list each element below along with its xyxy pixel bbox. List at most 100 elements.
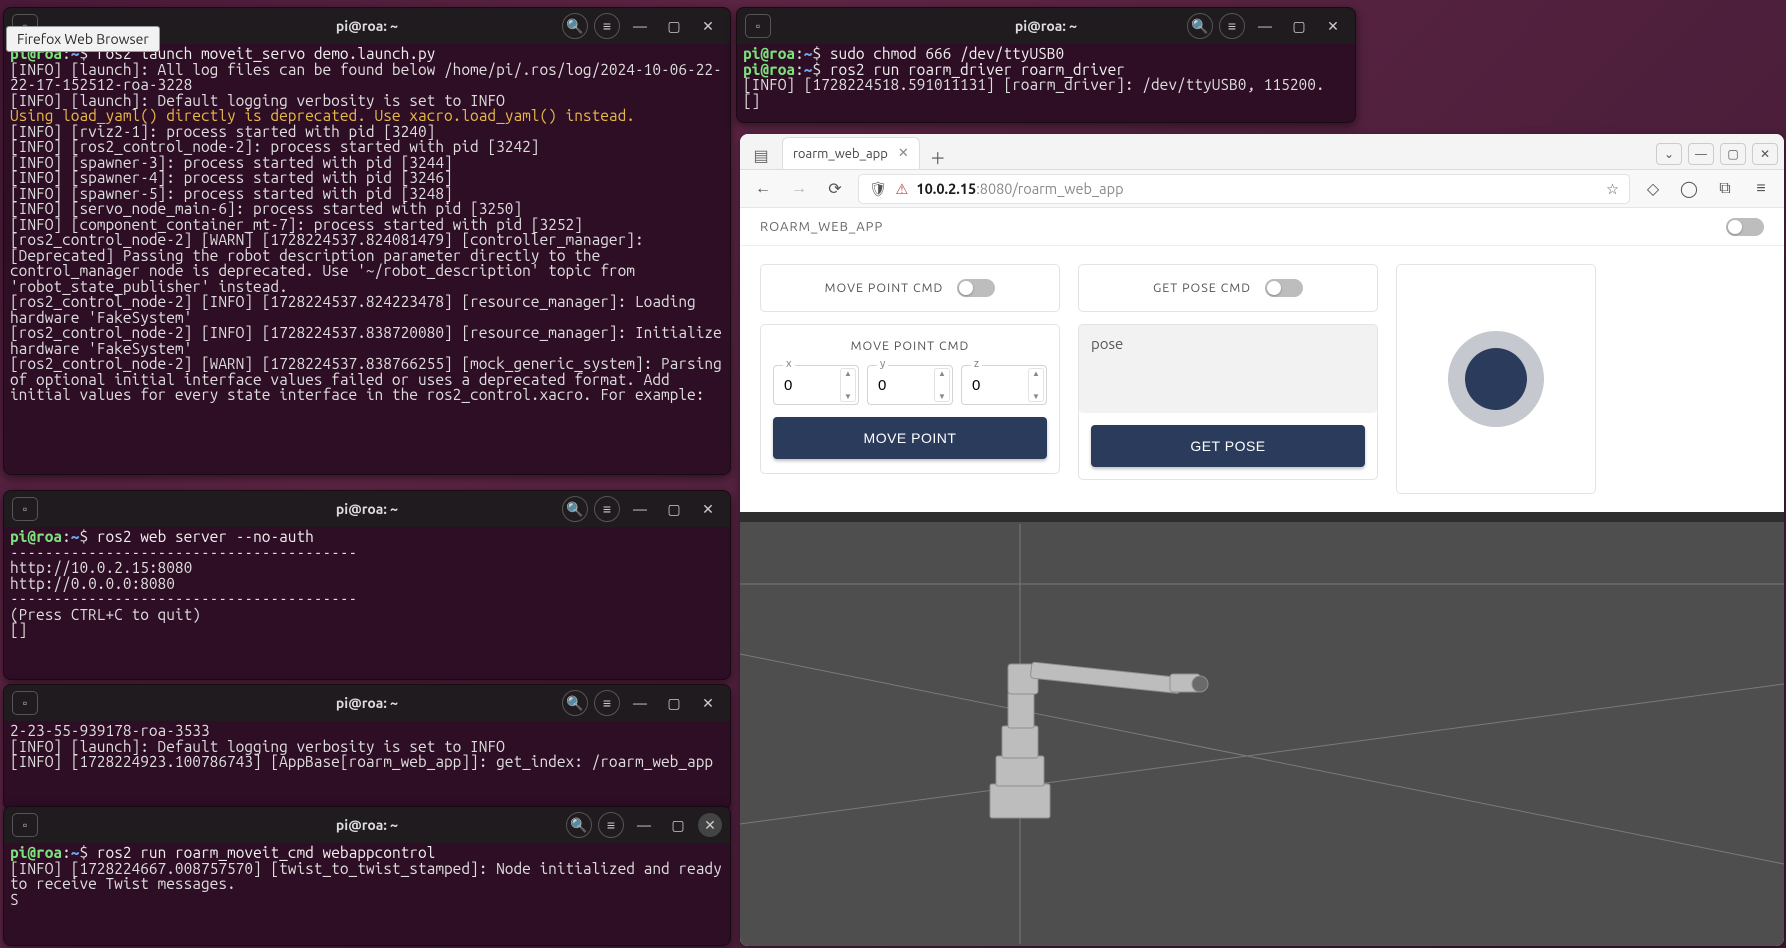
joystick[interactable] [1448, 331, 1544, 427]
maximize-button[interactable]: ▢ [1285, 14, 1313, 38]
get-pose-button[interactable]: GET POSE [1091, 425, 1365, 467]
move-cmd-toggle[interactable] [957, 279, 995, 297]
new-tab-button[interactable]: ▫ [745, 14, 771, 38]
tab-close-icon[interactable]: ✕ [898, 146, 909, 161]
menu-icon[interactable]: ≡ [1219, 13, 1245, 39]
window-maximize-button[interactable]: ▢ [1720, 143, 1746, 165]
card-joystick [1396, 264, 1596, 494]
reload-icon[interactable]: ⟳ [822, 176, 848, 202]
log-line: [INFO] [spawner-5]: process started with… [10, 185, 453, 202]
bookmark-star-icon[interactable]: ☆ [1606, 180, 1619, 198]
menu-icon[interactable]: ≡ [594, 13, 620, 39]
close-button[interactable]: ✕ [698, 813, 722, 837]
move-point-button[interactable]: MOVE POINT [773, 417, 1047, 459]
close-button[interactable]: ✕ [694, 497, 722, 521]
close-button[interactable]: ✕ [1319, 14, 1347, 38]
search-icon[interactable]: 🔍 [562, 13, 588, 39]
terminal-1-body[interactable]: pi@roa:~$ ros2 launch moveit_servo demo.… [4, 44, 730, 474]
maximize-button[interactable]: ▢ [664, 813, 692, 837]
close-button[interactable]: ✕ [694, 14, 722, 38]
minimize-button[interactable]: — [626, 14, 654, 38]
browser-tab[interactable]: roarm_web_app ✕ [782, 137, 920, 169]
window-close-button[interactable]: ✕ [1752, 143, 1778, 165]
app-menu-icon[interactable]: ≡ [1748, 176, 1774, 202]
prompt-path: ~ [804, 45, 813, 62]
insecure-lock-icon[interactable]: ⚠ [895, 180, 908, 198]
log-line: [ros2_control_node-2] [INFO] [1728224537… [10, 324, 730, 357]
menu-icon[interactable]: ≡ [594, 690, 620, 716]
terminal-2-cmd: ros2 web server --no-auth [97, 528, 314, 545]
url-bar[interactable]: 🛡 ⚠ 10.0.2.15:8080/roarm_web_app ☆ [858, 174, 1630, 204]
terminal-2: ▫ pi@roa: ~ 🔍 ≡ — ▢ ✕ pi@roa:~$ ros2 web… [3, 490, 731, 680]
x-stepper[interactable]: ▲▼ [840, 368, 856, 402]
x-label: x [783, 358, 795, 370]
menu-icon[interactable]: ≡ [594, 496, 620, 522]
new-tab-button[interactable]: ▫ [12, 691, 38, 715]
log-warn: Using load_yaml() directly is deprecated… [10, 107, 635, 124]
card-getpose-toggle-title: GET POSE CMD [1153, 281, 1251, 295]
terminal-2-body[interactable]: pi@roa:~$ ros2 web server --no-auth ----… [4, 527, 730, 679]
maximize-button[interactable]: ▢ [660, 691, 688, 715]
card-move-form: MOVE POINT CMD x ▲▼ y ▲▼ [760, 324, 1060, 474]
minimize-button[interactable]: — [626, 691, 654, 715]
log-line: http://0.0.0.0:8080 [10, 575, 175, 592]
firefox-view-icon[interactable]: ▤ [746, 141, 776, 169]
pocket-icon[interactable]: ◇ [1640, 176, 1666, 202]
search-icon[interactable]: 🔍 [562, 690, 588, 716]
close-button[interactable]: ✕ [694, 691, 722, 715]
forward-icon: → [786, 176, 812, 202]
card-move-form-title: MOVE POINT CMD [851, 339, 970, 353]
minimize-button[interactable]: — [630, 813, 658, 837]
terminal-4-titlebar: ▫ pi@roa: ~ 🔍 ≡ — ▢ ✕ [4, 807, 730, 843]
new-tab-button[interactable]: ＋ [926, 145, 950, 169]
terminal-4-cmd: ros2 run roarm_moveit_cmd webappcontrol [97, 844, 436, 861]
app-header: ROARM_WEB_APP [740, 208, 1784, 246]
maximize-button[interactable]: ▢ [660, 14, 688, 38]
scene-svg [740, 522, 1784, 946]
minimize-button[interactable]: — [626, 497, 654, 521]
menu-icon[interactable]: ≡ [598, 812, 624, 838]
spin-x: x ▲▼ [773, 365, 859, 405]
rviz-3d-view[interactable]: ‹ [740, 512, 1784, 946]
coord-row: x ▲▼ y ▲▼ z ▲▼ [773, 365, 1047, 405]
card-getpose-toggle: GET POSE CMD [1078, 264, 1378, 312]
log-line: [INFO] [servo_node_main-6]: process star… [10, 200, 522, 217]
tab-label: roarm_web_app [793, 147, 888, 161]
account-icon[interactable]: ◯ [1676, 176, 1702, 202]
log-line: http://10.0.2.15:8080 [10, 559, 192, 576]
extensions-icon[interactable]: ⧉ [1712, 176, 1738, 202]
new-tab-button[interactable]: ▫ [12, 497, 38, 521]
search-icon[interactable]: 🔍 [1187, 13, 1213, 39]
y-label: y [877, 358, 888, 370]
maximize-button[interactable]: ▢ [660, 497, 688, 521]
terminal-3-body[interactable]: 2-23-55-939178-roa-3533 [INFO] [launch]:… [4, 721, 730, 809]
terminal-5-body[interactable]: pi@roa:~$ sudo chmod 666 /dev/ttyUSB0 pi… [737, 44, 1355, 122]
prompt-path: ~ [71, 844, 80, 861]
window-minimize-button[interactable]: — [1688, 143, 1714, 165]
search-icon[interactable]: 🔍 [562, 496, 588, 522]
app-grid: MOVE POINT CMD MOVE POINT CMD x ▲▼ y [740, 246, 1784, 512]
search-icon[interactable]: 🔍 [566, 812, 592, 838]
new-tab-button[interactable]: ▫ [12, 813, 38, 837]
back-icon[interactable]: ← [750, 176, 776, 202]
browser-addrbar: ← → ⟳ 🛡 ⚠ 10.0.2.15:8080/roarm_web_app ☆… [740, 170, 1784, 208]
log-line: [ros2_control_node-2] [INFO] [1728224537… [10, 293, 704, 326]
app-main-toggle[interactable] [1726, 218, 1764, 236]
prompt-user: pi@roa [10, 844, 62, 861]
terminal-4: ▫ pi@roa: ~ 🔍 ≡ — ▢ ✕ pi@roa:~$ ros2 run… [3, 806, 731, 946]
shield-icon[interactable]: 🛡 [869, 180, 887, 198]
z-stepper[interactable]: ▲▼ [1028, 368, 1044, 402]
minimize-button[interactable]: — [1251, 14, 1279, 38]
card-move-toggle: MOVE POINT CMD [760, 264, 1060, 312]
log-line: ---------------------------------------- [10, 590, 357, 607]
log-line: [] [743, 92, 760, 109]
terminal-4-body[interactable]: pi@roa:~$ ros2 run roarm_moveit_cmd weba… [4, 843, 730, 945]
getpose-cmd-toggle[interactable] [1265, 279, 1303, 297]
tabs-dropdown-icon[interactable]: ⌄ [1656, 143, 1682, 165]
log-line: (Press CTRL+C to quit) [10, 606, 201, 623]
log-line: [] [10, 621, 27, 638]
log-line: [INFO] [component_container_mt-7]: proce… [10, 216, 583, 233]
log-line: [INFO] [launch]: Default logging verbosi… [10, 92, 505, 109]
spin-y: y ▲▼ [867, 365, 953, 405]
y-stepper[interactable]: ▲▼ [934, 368, 950, 402]
